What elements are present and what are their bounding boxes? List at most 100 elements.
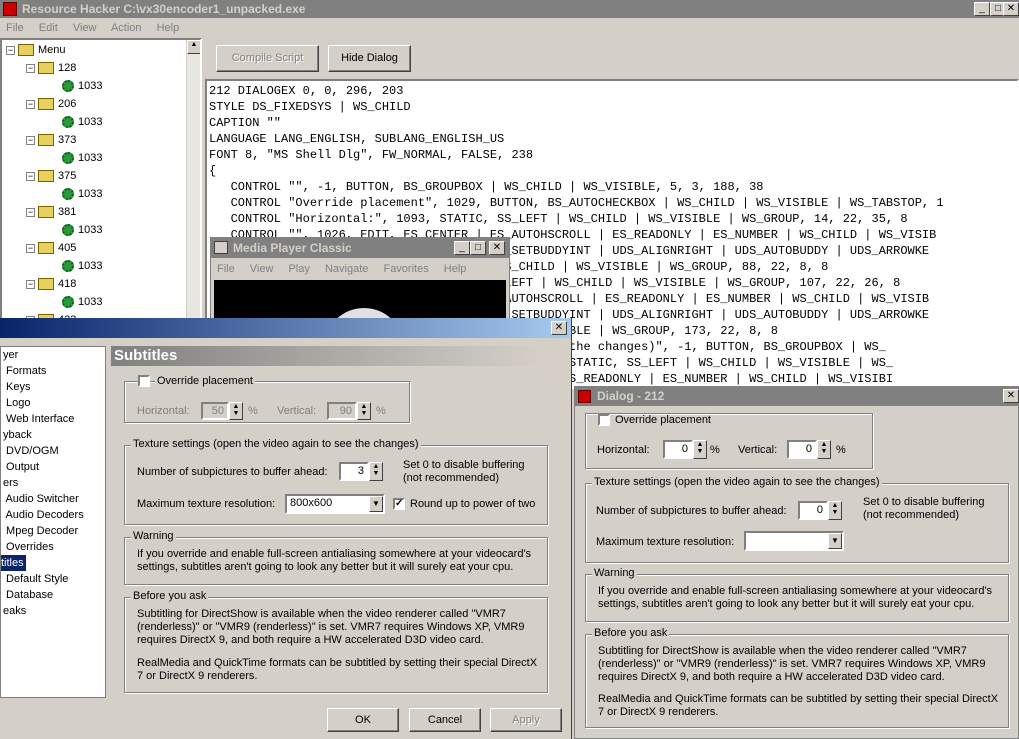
nav-item[interactable]: eaks	[3, 603, 26, 619]
folder-icon	[38, 278, 54, 291]
nav-item[interactable]: yback	[3, 427, 32, 443]
nav-item[interactable]: DVD/OGM	[3, 443, 59, 459]
preview-vertical-spinner[interactable]: ▲ ▼	[817, 440, 831, 459]
mpc-menu-navigate[interactable]: Navigate	[325, 263, 368, 275]
mpc-maximize-button[interactable]: □	[470, 241, 486, 255]
horizontal-spinner[interactable]: ▲ ▼	[229, 402, 243, 420]
tree-node[interactable]: − 405	[26, 239, 76, 257]
preview-horizontal-label: Horizontal:	[597, 444, 650, 456]
tree-node[interactable]: − 128	[26, 59, 76, 77]
nav-item[interactable]: Default Style	[3, 571, 68, 587]
mpc-menu-view[interactable]: View	[250, 263, 274, 275]
nav-item[interactable]: ers	[3, 475, 18, 491]
preview-horizontal-field[interactable]: 0	[663, 440, 693, 459]
subpic-field[interactable]: 3	[339, 462, 369, 481]
code-line: CONTROL "Horizontal:", 1093, STATIC, SS_…	[209, 212, 908, 226]
preview-max-texture-select[interactable]: ▼	[744, 531, 844, 551]
max-texture-select[interactable]: 800x600 ▼	[285, 494, 385, 514]
tree-root[interactable]: − Menu	[6, 41, 66, 59]
mpc-menu-play[interactable]: Play	[289, 263, 310, 275]
texture-group: Texture settings (open the video again t…	[124, 438, 548, 525]
tree-node-label: 405	[58, 242, 77, 254]
ok-button[interactable]: OK	[327, 708, 399, 732]
tree-node[interactable]: − 418	[26, 275, 76, 293]
preview-titlebar: Dialog - 212	[575, 387, 1018, 406]
resource-icon	[62, 152, 74, 165]
menu-help[interactable]: Help	[157, 22, 180, 34]
folder-icon	[38, 98, 54, 111]
tree-leaf[interactable]: 1033	[62, 185, 102, 203]
tree-leaf[interactable]: 1033	[62, 221, 102, 239]
nav-item[interactable]: Logo	[3, 395, 30, 411]
folder-icon	[38, 242, 54, 255]
compile-script-button[interactable]: Compile Script	[216, 45, 319, 72]
resource-tree[interactable]: − Menu −128 1033−206 1033−373 1033−375 1033−3…	[0, 38, 202, 320]
options-close-button[interactable]: ✕	[551, 321, 567, 335]
buffer-note: Set 0 to disable buffering (not recommen…	[403, 459, 525, 484]
tree-leaf[interactable]: 1033	[62, 113, 102, 131]
resource-icon	[62, 296, 74, 309]
horizontal-field[interactable]: 50	[201, 402, 229, 420]
preview-subpic-spinner[interactable]: ▲ ▼	[828, 501, 842, 520]
collapse-icon: −	[26, 62, 35, 73]
horizontal-label: Horizontal:	[137, 405, 190, 417]
preview-vertical-field[interactable]: 0	[787, 440, 817, 459]
close-button[interactable]: ✕	[1003, 2, 1019, 16]
tree-leaf[interactable]: 1033	[62, 257, 102, 275]
minimize-button[interactable]: _	[974, 2, 990, 16]
preview-warning-text: If you override and enable full-screen a…	[598, 585, 993, 610]
preview-dialog: Dialog - 212 ✕ Override placement Horizo…	[574, 386, 1019, 739]
mpc-close-button[interactable]: ✕	[489, 241, 505, 255]
hide-dialog-button[interactable]: Hide Dialog	[328, 45, 411, 72]
preview-horizontal-spinner[interactable]: ▲ ▼	[693, 440, 707, 459]
chevron-down-icon: ▼	[828, 533, 842, 549]
vertical-spinner[interactable]: ▲ ▼	[357, 402, 371, 420]
nav-item[interactable]: Audio Switcher	[3, 491, 78, 507]
nav-item[interactable]: Formats	[3, 363, 46, 379]
nav-item[interactable]: Overrides	[3, 539, 54, 555]
preview-override-checkbox[interactable]	[598, 414, 610, 426]
menu-view[interactable]: View	[73, 22, 97, 34]
mpc-minimize-button[interactable]: _	[454, 241, 470, 255]
apply-button[interactable]: Apply	[490, 708, 562, 732]
mpc-menu-file[interactable]: File	[217, 263, 235, 275]
folder-icon	[38, 62, 54, 75]
nav-item[interactable]: Web Interface	[3, 411, 74, 427]
preview-warning-group: Warning If you override and enable full-…	[585, 567, 1009, 622]
nav-item[interactable]: Mpeg Decoder	[3, 523, 78, 539]
mpc-menu-favorites[interactable]: Favorites	[383, 263, 428, 275]
preview-subpic-label: Number of subpictures to buffer ahead:	[596, 505, 787, 517]
collapse-icon: −	[6, 44, 15, 55]
tree-node[interactable]: − 206	[26, 95, 76, 113]
preview-close-button[interactable]: ✕	[1003, 389, 1019, 403]
nav-item[interactable]: Audio Decoders	[3, 507, 83, 523]
tree-leaf[interactable]: 1033	[62, 77, 102, 95]
preview-subpic-field[interactable]: 0	[798, 501, 828, 520]
tree-node[interactable]: − 373	[26, 131, 76, 149]
override-placement-checkbox[interactable]	[138, 375, 150, 387]
mpc-menu-help[interactable]: Help	[444, 263, 467, 275]
nav-item[interactable]: Keys	[3, 379, 30, 395]
cancel-button[interactable]: Cancel	[409, 708, 481, 732]
nav-item[interactable]: Output	[3, 459, 39, 475]
menu-edit[interactable]: Edit	[39, 22, 58, 34]
tree-node[interactable]: − 381	[26, 203, 76, 221]
nav-item[interactable]: yer	[3, 347, 18, 363]
menu-file[interactable]: File	[6, 22, 24, 34]
tree-node-label: 373	[58, 134, 77, 146]
tree-scrollbar[interactable]: ▲	[186, 40, 200, 318]
nav-item[interactable]: Database	[3, 587, 53, 603]
round-up-checkbox[interactable]: ✓	[393, 498, 405, 510]
options-nav[interactable]: yer Formats Keys Logo Web Interface yback…	[0, 346, 106, 698]
menu-action[interactable]: Action	[111, 22, 142, 34]
nav-item[interactable]: titles	[1, 555, 26, 571]
tree-leaf[interactable]: 1033	[62, 293, 102, 311]
subpic-spinner[interactable]: ▲ ▼	[369, 462, 383, 481]
tree-leaf[interactable]: 1033	[62, 149, 102, 167]
vertical-field[interactable]: 90	[327, 402, 357, 420]
resource-icon	[62, 116, 74, 129]
tree-node[interactable]: − 375	[26, 167, 76, 185]
tree-node-label: 375	[58, 170, 77, 182]
tree-leaf-label: 1033	[78, 296, 103, 308]
collapse-icon: −	[26, 134, 35, 145]
